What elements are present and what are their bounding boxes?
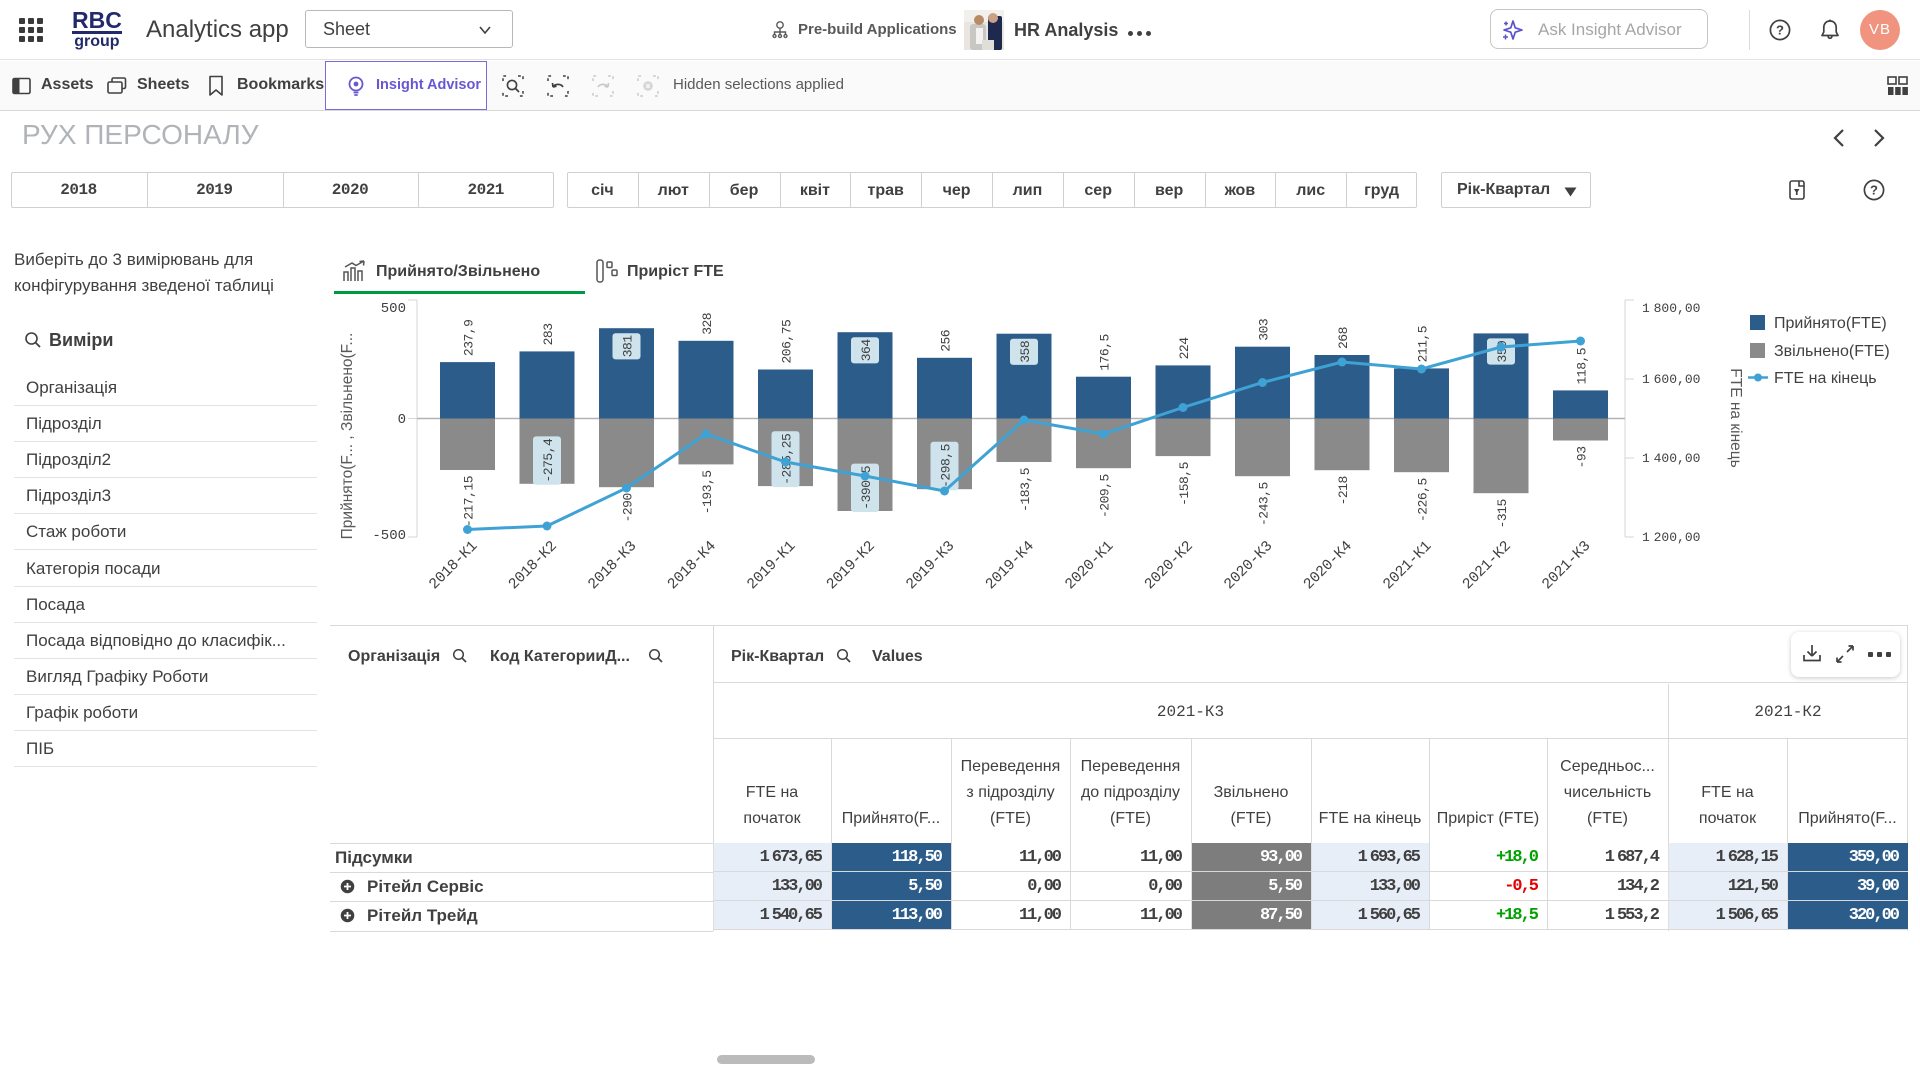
svg-text:2018-К2: 2018-К2 <box>505 538 560 593</box>
svg-text:-218: -218 <box>1336 476 1351 505</box>
svg-text:-298,5: -298,5 <box>939 444 954 488</box>
svg-text:1 600,00: 1 600,00 <box>1642 372 1700 387</box>
svg-text:?: ? <box>1776 23 1784 38</box>
svg-text:-275,4: -275,4 <box>541 438 556 483</box>
svg-text:-226,5: -226,5 <box>1416 478 1431 522</box>
svg-text:176,5: 176,5 <box>1098 334 1113 371</box>
svg-text:211,5: 211,5 <box>1416 326 1431 363</box>
svg-text:Звільнено(FTE): Звільнено(FTE) <box>1774 343 1890 360</box>
svg-text:328: 328 <box>700 313 715 335</box>
svg-text:-290: -290 <box>621 493 636 522</box>
svg-text:224: 224 <box>1177 337 1192 360</box>
svg-text:2019-К2: 2019-К2 <box>823 538 878 593</box>
svg-text:2020-К3: 2020-К3 <box>1221 538 1276 593</box>
svg-text:381: 381 <box>621 335 636 358</box>
svg-text:FTE на кінець: FTE на кінець <box>1727 368 1744 467</box>
svg-text:Прийнято(FTE): Прийнято(FTE) <box>1774 315 1887 332</box>
svg-text:2020-К1: 2020-К1 <box>1062 538 1117 593</box>
svg-text:?: ? <box>1870 183 1878 198</box>
svg-text:2021-К2: 2021-К2 <box>1459 538 1514 593</box>
svg-text:-158,5: -158,5 <box>1177 462 1192 506</box>
svg-text:2021-К3: 2021-К3 <box>1539 538 1594 593</box>
svg-text:2019-К1: 2019-К1 <box>744 538 799 593</box>
svg-text:Прийнято(F... , Звільнено(F...: Прийнято(F... , Звільнено(F... <box>339 333 356 540</box>
svg-text:-217,15: -217,15 <box>462 476 477 527</box>
svg-text:303: 303 <box>1257 319 1272 341</box>
svg-text:-183,5: -183,5 <box>1018 468 1033 512</box>
svg-text:1 400,00: 1 400,00 <box>1642 451 1700 466</box>
svg-text:2018-К1: 2018-К1 <box>426 538 481 593</box>
svg-text:2019-К4: 2019-К4 <box>982 538 1037 593</box>
svg-text:256: 256 <box>939 330 954 352</box>
svg-text:-315: -315 <box>1495 499 1510 528</box>
svg-text:2020-К2: 2020-К2 <box>1141 538 1196 593</box>
svg-text:2021-К1: 2021-К1 <box>1380 538 1435 593</box>
svg-text:237,9: 237,9 <box>462 320 477 357</box>
svg-text:2018-К3: 2018-К3 <box>585 538 640 593</box>
svg-text:-209,5: -209,5 <box>1098 474 1113 518</box>
svg-text:2020-К4: 2020-К4 <box>1300 538 1355 593</box>
svg-text:2019-К3: 2019-К3 <box>903 538 958 593</box>
svg-text:268: 268 <box>1336 327 1351 349</box>
svg-text:364: 364 <box>859 339 874 362</box>
svg-text:-500: -500 <box>372 528 406 544</box>
svg-text:206,75: 206,75 <box>780 320 795 364</box>
svg-text:500: 500 <box>381 301 406 317</box>
svg-text:358: 358 <box>1018 341 1033 363</box>
svg-text:-193,5: -193,5 <box>700 470 715 514</box>
svg-text:FTE на кінець: FTE на кінець <box>1774 370 1877 387</box>
svg-text:0: 0 <box>398 412 406 428</box>
svg-text:-93: -93 <box>1575 447 1590 469</box>
svg-text:1 800,00: 1 800,00 <box>1642 301 1700 316</box>
svg-text:-243,5: -243,5 <box>1257 482 1272 526</box>
svg-text:118,5: 118,5 <box>1575 348 1590 385</box>
svg-text:2018-К4: 2018-К4 <box>664 538 719 593</box>
svg-text:283: 283 <box>541 323 556 345</box>
svg-text:1 200,00: 1 200,00 <box>1642 530 1700 545</box>
